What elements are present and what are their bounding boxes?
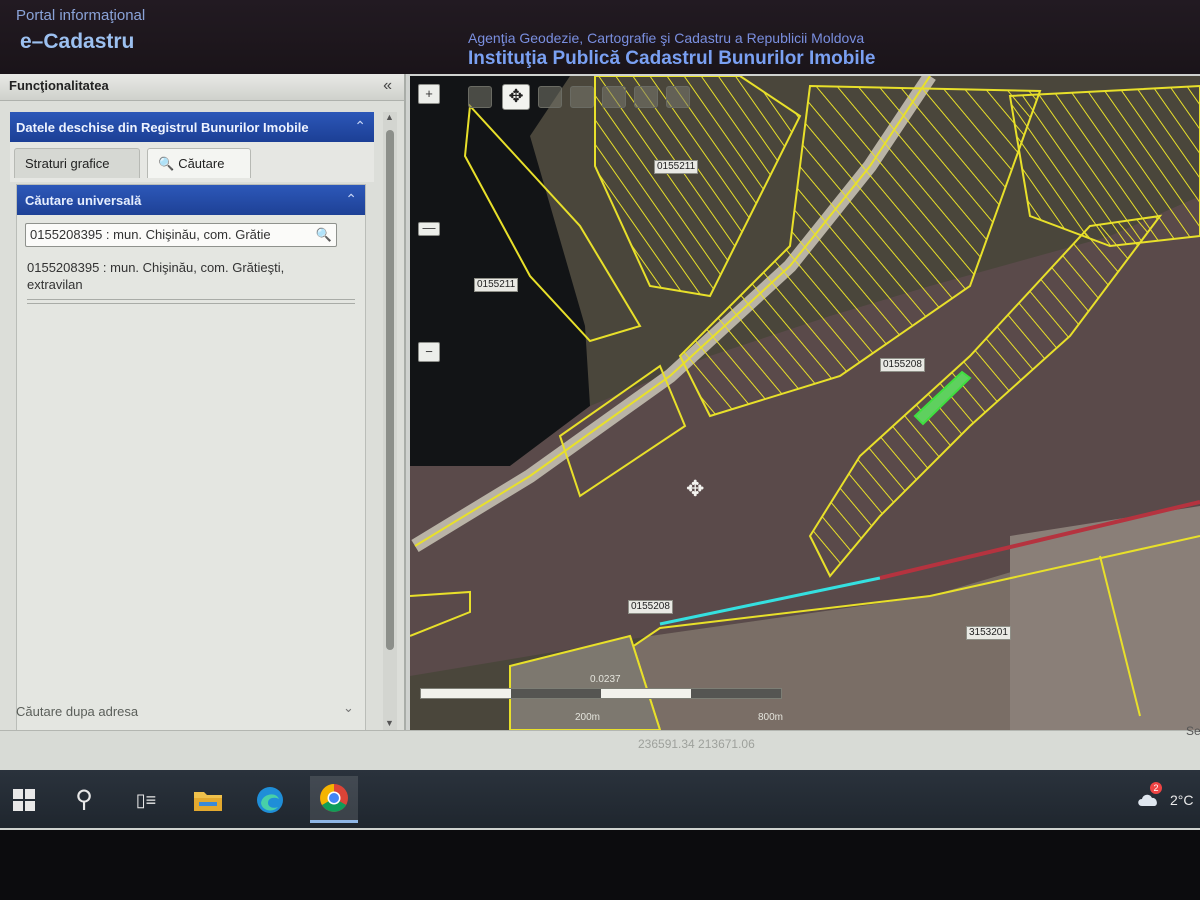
- map-view[interactable]: + — − ✥ 0155211 0155211 0155208 3153201 …: [410, 76, 1200, 730]
- universal-search-header[interactable]: Căutare universală ⌃: [17, 185, 365, 215]
- status-bar: 236591.34 213671.06 Se: [0, 724, 1200, 771]
- tab-search[interactable]: 🔍 Căutare: [147, 148, 251, 178]
- status-text: Se: [1186, 724, 1200, 738]
- search-input[interactable]: [30, 227, 312, 242]
- file-explorer-icon[interactable]: [190, 784, 226, 816]
- task-view-icon[interactable]: ▯≡: [128, 784, 164, 816]
- portal-label: Portal informaţional: [16, 7, 146, 24]
- section-title: Căutare universală: [25, 193, 142, 208]
- accordion-title: Datele deschise din Registrul Bunurilor …: [16, 120, 309, 135]
- search-icon[interactable]: 🔍: [316, 227, 332, 243]
- chevron-up-icon[interactable]: ⌃: [354, 118, 366, 135]
- institution-name: Instituţia Publică Cadastrul Bunurilor I…: [468, 48, 876, 69]
- tab-label: Straturi grafice: [25, 156, 110, 171]
- chevron-down-icon[interactable]: ⌄: [343, 700, 354, 716]
- coordinate-readout: 236591.34 213671.06: [638, 737, 755, 751]
- address-search-link[interactable]: Căutare dupa adresa: [16, 704, 138, 719]
- tool-icon[interactable]: [468, 86, 492, 108]
- zoom-out-button[interactable]: −: [418, 342, 440, 362]
- satellite-map: [410, 76, 1200, 730]
- move-cursor-icon: ✥: [686, 476, 705, 501]
- windows-taskbar: ⚲ ▯≡ 2 2°C: [0, 770, 1200, 828]
- edge-icon[interactable]: [252, 784, 288, 816]
- parcel-label: 0155211: [654, 160, 699, 174]
- open-data-accordion[interactable]: Datele deschise din Registrul Bunurilor …: [10, 112, 374, 142]
- parcel-label: 0155208: [628, 600, 673, 614]
- parcel-label: 0155211: [474, 278, 519, 292]
- app-header: Portal informaţional e–Cadastru Agenţia …: [0, 0, 1200, 74]
- tab-strip: Straturi grafice 🔍 Căutare: [10, 142, 374, 182]
- scroll-thumb[interactable]: [386, 130, 394, 650]
- parcel-label: 0155208: [880, 358, 925, 372]
- windows-start-icon[interactable]: [6, 784, 42, 816]
- tab-label: Căutare: [178, 156, 225, 171]
- tool-icon[interactable]: [538, 86, 562, 108]
- app-name[interactable]: e–Cadastru: [20, 30, 134, 54]
- zoom-slider-handle[interactable]: —: [418, 221, 440, 236]
- scale-label: 0.0237: [590, 674, 621, 685]
- tool-icon[interactable]: [634, 86, 658, 108]
- panel-scrollbar[interactable]: ▲ ▼: [383, 112, 397, 732]
- chrome-icon[interactable]: [310, 776, 358, 823]
- temperature-label[interactable]: 2°C: [1170, 792, 1194, 808]
- scale-label: 200m: [575, 712, 601, 723]
- search-result-item[interactable]: 0155208395 : mun. Chişinău, com. Grătieş…: [27, 259, 357, 293]
- result-text: extravilan: [27, 277, 83, 292]
- result-divider: [27, 299, 355, 304]
- zoom-in-button[interactable]: +: [418, 84, 440, 104]
- search-field: 🔍: [25, 223, 337, 247]
- scale-label: 800m: [758, 712, 784, 723]
- scroll-down-icon[interactable]: ▼: [385, 718, 394, 728]
- tool-icon[interactable]: [570, 86, 594, 108]
- collapse-panel-icon[interactable]: «: [383, 77, 392, 95]
- scale-bar: [420, 688, 782, 699]
- panel-title: Funcţionalitatea: [9, 78, 109, 93]
- search-icon[interactable]: ⚲: [66, 784, 102, 816]
- parcel-label: 3153201: [966, 626, 1011, 640]
- result-text: 0155208395 : mun. Chişinău, com. Grătieş…: [27, 260, 285, 275]
- agency-name: Agenţia Geodezie, Cartografie şi Cadastr…: [468, 30, 865, 46]
- screen: Portal informaţional e–Cadastru Agenţia …: [0, 0, 1200, 830]
- panel-header: Funcţionalitatea «: [0, 74, 404, 101]
- tool-icon[interactable]: [602, 86, 626, 108]
- magnifier-icon: 🔍: [158, 156, 175, 171]
- tool-icon[interactable]: [666, 86, 690, 108]
- functionality-panel: Funcţionalitatea « Datele deschise din R…: [0, 74, 406, 804]
- weather-badge: 2: [1150, 782, 1162, 794]
- scroll-up-icon[interactable]: ▲: [385, 112, 394, 122]
- tab-graphic-layers[interactable]: Straturi grafice: [14, 148, 140, 178]
- pan-tool-icon[interactable]: ✥: [502, 84, 530, 110]
- chevron-up-icon[interactable]: ⌃: [345, 191, 357, 208]
